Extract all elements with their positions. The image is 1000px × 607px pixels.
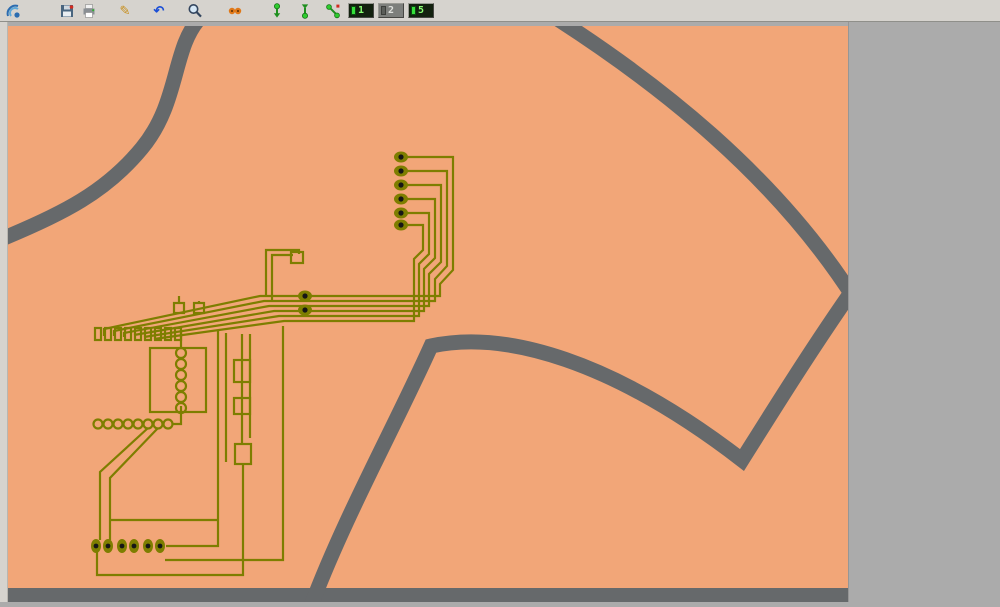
layer-5-button[interactable]: 5	[408, 3, 434, 18]
canvas-outside-area	[848, 22, 1000, 602]
zoom-button[interactable]	[184, 2, 206, 20]
left-margin-strip	[0, 22, 8, 602]
mill-icon	[228, 7, 242, 14]
edit-button[interactable]: ✎	[114, 2, 136, 20]
layer-number: 2	[388, 5, 395, 16]
toolbar: ✎ ↶ 1 2 5	[0, 0, 1000, 22]
bottom-groove	[8, 588, 848, 602]
plot-up-icon	[301, 3, 309, 19]
pcb-canvas[interactable]	[8, 22, 848, 602]
plot-down-icon	[273, 2, 281, 18]
plot-down-button[interactable]	[266, 2, 288, 20]
plot-check-button[interactable]	[322, 2, 344, 20]
layer-led	[411, 6, 416, 15]
layer-led	[351, 6, 356, 15]
plot-check-icon	[326, 3, 340, 18]
board-icon-glyph	[6, 4, 20, 18]
plot-up-button[interactable]	[294, 2, 316, 20]
pencil-icon: ✎	[119, 3, 131, 18]
mill-button[interactable]	[224, 2, 246, 20]
layer-number: 1	[358, 5, 365, 16]
undo-button[interactable]: ↶	[148, 2, 170, 20]
layer-2-button[interactable]: 2	[378, 3, 404, 18]
layer-1-button[interactable]: 1	[348, 3, 374, 18]
save-icon	[61, 4, 74, 17]
print-button[interactable]	[78, 2, 100, 20]
print-icon	[83, 3, 95, 18]
save-button[interactable]	[56, 2, 78, 20]
undo-icon: ↶	[153, 3, 165, 18]
magnifier-icon	[188, 3, 202, 17]
board-icon[interactable]	[2, 2, 24, 20]
pcb-view	[8, 26, 848, 602]
layer-number: 5	[418, 5, 425, 16]
layer-led	[381, 6, 386, 15]
